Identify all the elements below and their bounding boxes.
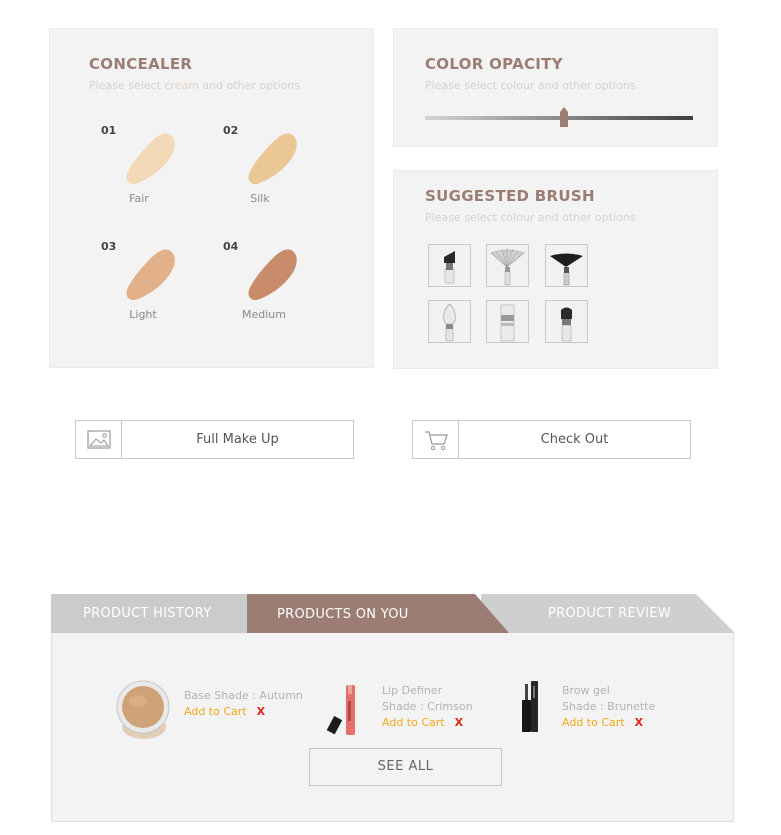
opacity-subtitle: Please select colour and other options: [425, 79, 636, 92]
brush-title: SUGGESTED BRUSH: [425, 187, 595, 205]
shade-number: 03: [101, 240, 117, 253]
concealer-subtitle-prefix: Please select: [89, 79, 165, 92]
product-shade: Shade : Brunette: [562, 700, 656, 713]
shade-name: Light: [129, 308, 157, 321]
opacity-title: COLOR OPACITY: [425, 55, 563, 73]
brush-panel: SUGGESTED BRUSH Please select colour and…: [393, 170, 718, 369]
concealer-subtitle: Please select cream and other options: [89, 79, 300, 92]
concealer-title: CONCEALER: [89, 55, 193, 73]
angled-brush-icon: [444, 251, 455, 284]
brush-option-fan[interactable]: [486, 244, 529, 287]
shade-name: Silk: [250, 192, 270, 205]
brush-subtitle: Please select colour and other options: [425, 211, 636, 224]
flat-brush-icon: [500, 304, 515, 342]
opacity-panel: COLOR OPACITY Please select colour and o…: [393, 28, 718, 147]
stipple-brush-icon: [561, 307, 572, 342]
opacity-slider[interactable]: [425, 107, 693, 127]
add-to-cart-link[interactable]: Add to Cart: [184, 705, 247, 718]
tab-products-on-you[interactable]: PRODUCTS ON YOU: [277, 595, 409, 634]
shade-option-medium[interactable]: 04 Medium: [223, 240, 333, 340]
shade-option-light[interactable]: 03 Light: [101, 240, 211, 340]
remove-product-icon[interactable]: X: [257, 705, 265, 718]
fair-swatch-icon: [126, 133, 175, 184]
tab-product-history[interactable]: PRODUCT HISTORY: [83, 594, 211, 633]
shade-number: 02: [223, 124, 239, 137]
brush-option-flat[interactable]: [486, 300, 529, 343]
cart-icon: [413, 421, 459, 458]
powder-compact-icon: [116, 680, 170, 739]
shade-number: 04: [223, 240, 239, 253]
add-to-cart-link[interactable]: Add to Cart: [562, 716, 625, 729]
brush-option-stipple[interactable]: [545, 300, 588, 343]
light-swatch-icon: [126, 249, 175, 300]
silk-swatch-icon: [248, 133, 297, 184]
checkout-button[interactable]: Check Out: [412, 420, 691, 459]
product-tabs: PRODUCT HISTORY PRODUCTS ON YOU PRODUCT …: [51, 594, 734, 822]
brush-option-black-fan[interactable]: [545, 244, 588, 287]
slider-thumb-icon[interactable]: [560, 107, 569, 127]
brush-option-angled[interactable]: [428, 244, 471, 287]
product-shade: Shade : Crimson: [382, 700, 473, 713]
product-actions: Add to Cart X: [184, 704, 303, 720]
image-icon: [76, 421, 122, 458]
brush-option-round[interactable]: [428, 300, 471, 343]
product-name: Brow gel: [562, 684, 610, 697]
shade-option-fair[interactable]: 01 Fair: [101, 124, 211, 224]
product-item: Brow gel Shade : Brunette Add to Cart X: [562, 683, 655, 731]
black-fan-brush-icon: [550, 253, 583, 286]
shade-name: Medium: [242, 308, 286, 321]
concealer-panel: CONCEALER Please select cream and other …: [49, 28, 374, 368]
shade-option-silk[interactable]: 02 Silk: [223, 124, 333, 224]
concealer-subtitle-highlight: cream: [164, 79, 199, 92]
products-on-you-content: Base Shade : Autumn Add to Cart X Lip Def…: [51, 633, 734, 822]
product-actions: Add to Cart X: [562, 715, 655, 731]
add-to-cart-link[interactable]: Add to Cart: [382, 716, 445, 729]
concealer-subtitle-suffix: and other options: [198, 79, 300, 92]
product-item: Lip Definer Shade : Crimson Add to Cart X: [382, 683, 473, 731]
shade-name: Fair: [129, 192, 149, 205]
shade-number: 01: [101, 124, 117, 137]
product-shade: Base Shade : Autumn: [184, 689, 303, 702]
full-makeup-label: Full Make Up: [196, 432, 279, 447]
remove-product-icon[interactable]: X: [455, 716, 463, 729]
remove-product-icon[interactable]: X: [635, 716, 643, 729]
fan-brush-icon: [490, 248, 525, 286]
see-all-button[interactable]: SEE ALL: [309, 748, 502, 786]
brow-gel-icon: [522, 681, 538, 732]
product-item: Base Shade : Autumn Add to Cart X: [184, 688, 303, 720]
lip-definer-icon: [326, 685, 355, 735]
product-actions: Add to Cart X: [382, 715, 473, 731]
round-brush-icon: [443, 303, 456, 342]
product-name: Lip Definer: [382, 684, 443, 697]
tab-product-review[interactable]: PRODUCT REVIEW: [548, 594, 671, 633]
checkout-label: Check Out: [540, 432, 609, 447]
medium-swatch-icon: [248, 249, 297, 300]
full-makeup-button[interactable]: Full Make Up: [75, 420, 354, 459]
